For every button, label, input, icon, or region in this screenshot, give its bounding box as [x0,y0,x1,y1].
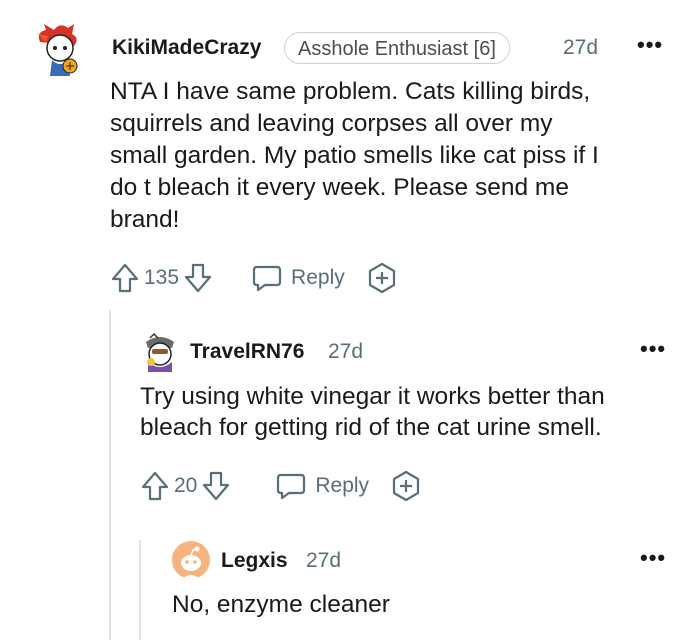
comment-body: NTA I have same problem. Cats killing bi… [110,76,599,236]
comment-line: NTA I have same problem. Cats killing bi… [110,78,591,105]
vote-count: 135 [144,266,180,289]
snoo-avatar-icon [146,332,174,372]
username[interactable]: KikiMadeCrazy [112,36,261,60]
comment-actions: 135 Reply [110,262,399,294]
timestamp[interactable]: 27d [328,340,363,364]
avatar[interactable] [140,332,180,372]
timestamp[interactable]: 27d [563,36,598,60]
comment-line: squirrels and leaving corpses all over m… [110,110,553,137]
reply-button[interactable]: Reply [275,471,369,501]
comment-body: No, enzyme cleaner [172,589,390,620]
comment-line: Try using white vinegar it works better … [140,383,605,410]
comment-line: No, enzyme cleaner [172,591,390,618]
username[interactable]: TravelRN76 [190,340,304,364]
award-icon [368,262,395,294]
timestamp[interactable]: 27d [306,549,341,573]
reply-icon [277,473,306,500]
comment-actions: 20 Reply [140,470,423,502]
award-button[interactable] [389,469,423,503]
downvote-icon[interactable] [183,262,213,294]
downvote-icon[interactable] [201,470,231,502]
upvote-icon[interactable] [110,262,140,294]
comment-line: do t bleach it every week. Please send m… [110,174,569,201]
comment-body: Try using white vinegar it works better … [140,381,605,443]
avatar[interactable] [172,541,210,579]
comment-line: small garden. My patio smells like cat p… [110,142,599,169]
username[interactable]: Legxis [221,549,288,573]
reply-icon [252,265,282,292]
comment-line: brand! [110,206,180,233]
reply-label: Reply [291,266,345,289]
more-options-icon[interactable]: ••• [640,338,666,360]
comment-line: bleach for getting rid of the cat urine … [140,414,602,441]
upvote-icon[interactable] [140,470,170,502]
award-icon [392,470,420,502]
vote-count: 20 [174,474,198,497]
more-options-icon[interactable]: ••• [640,547,666,569]
reply-button[interactable]: Reply [251,263,345,293]
snoo-avatar-icon [181,546,201,579]
thread-line-level2[interactable] [139,540,141,640]
more-options-icon[interactable]: ••• [637,34,663,56]
award-button[interactable] [365,261,399,295]
thread-line-level1[interactable] [109,310,111,640]
reply-label: Reply [315,474,370,497]
snoo-avatar-icon [38,24,78,76]
user-flair: Asshole Enthusiast [6] [284,32,510,64]
avatar[interactable] [34,22,84,80]
